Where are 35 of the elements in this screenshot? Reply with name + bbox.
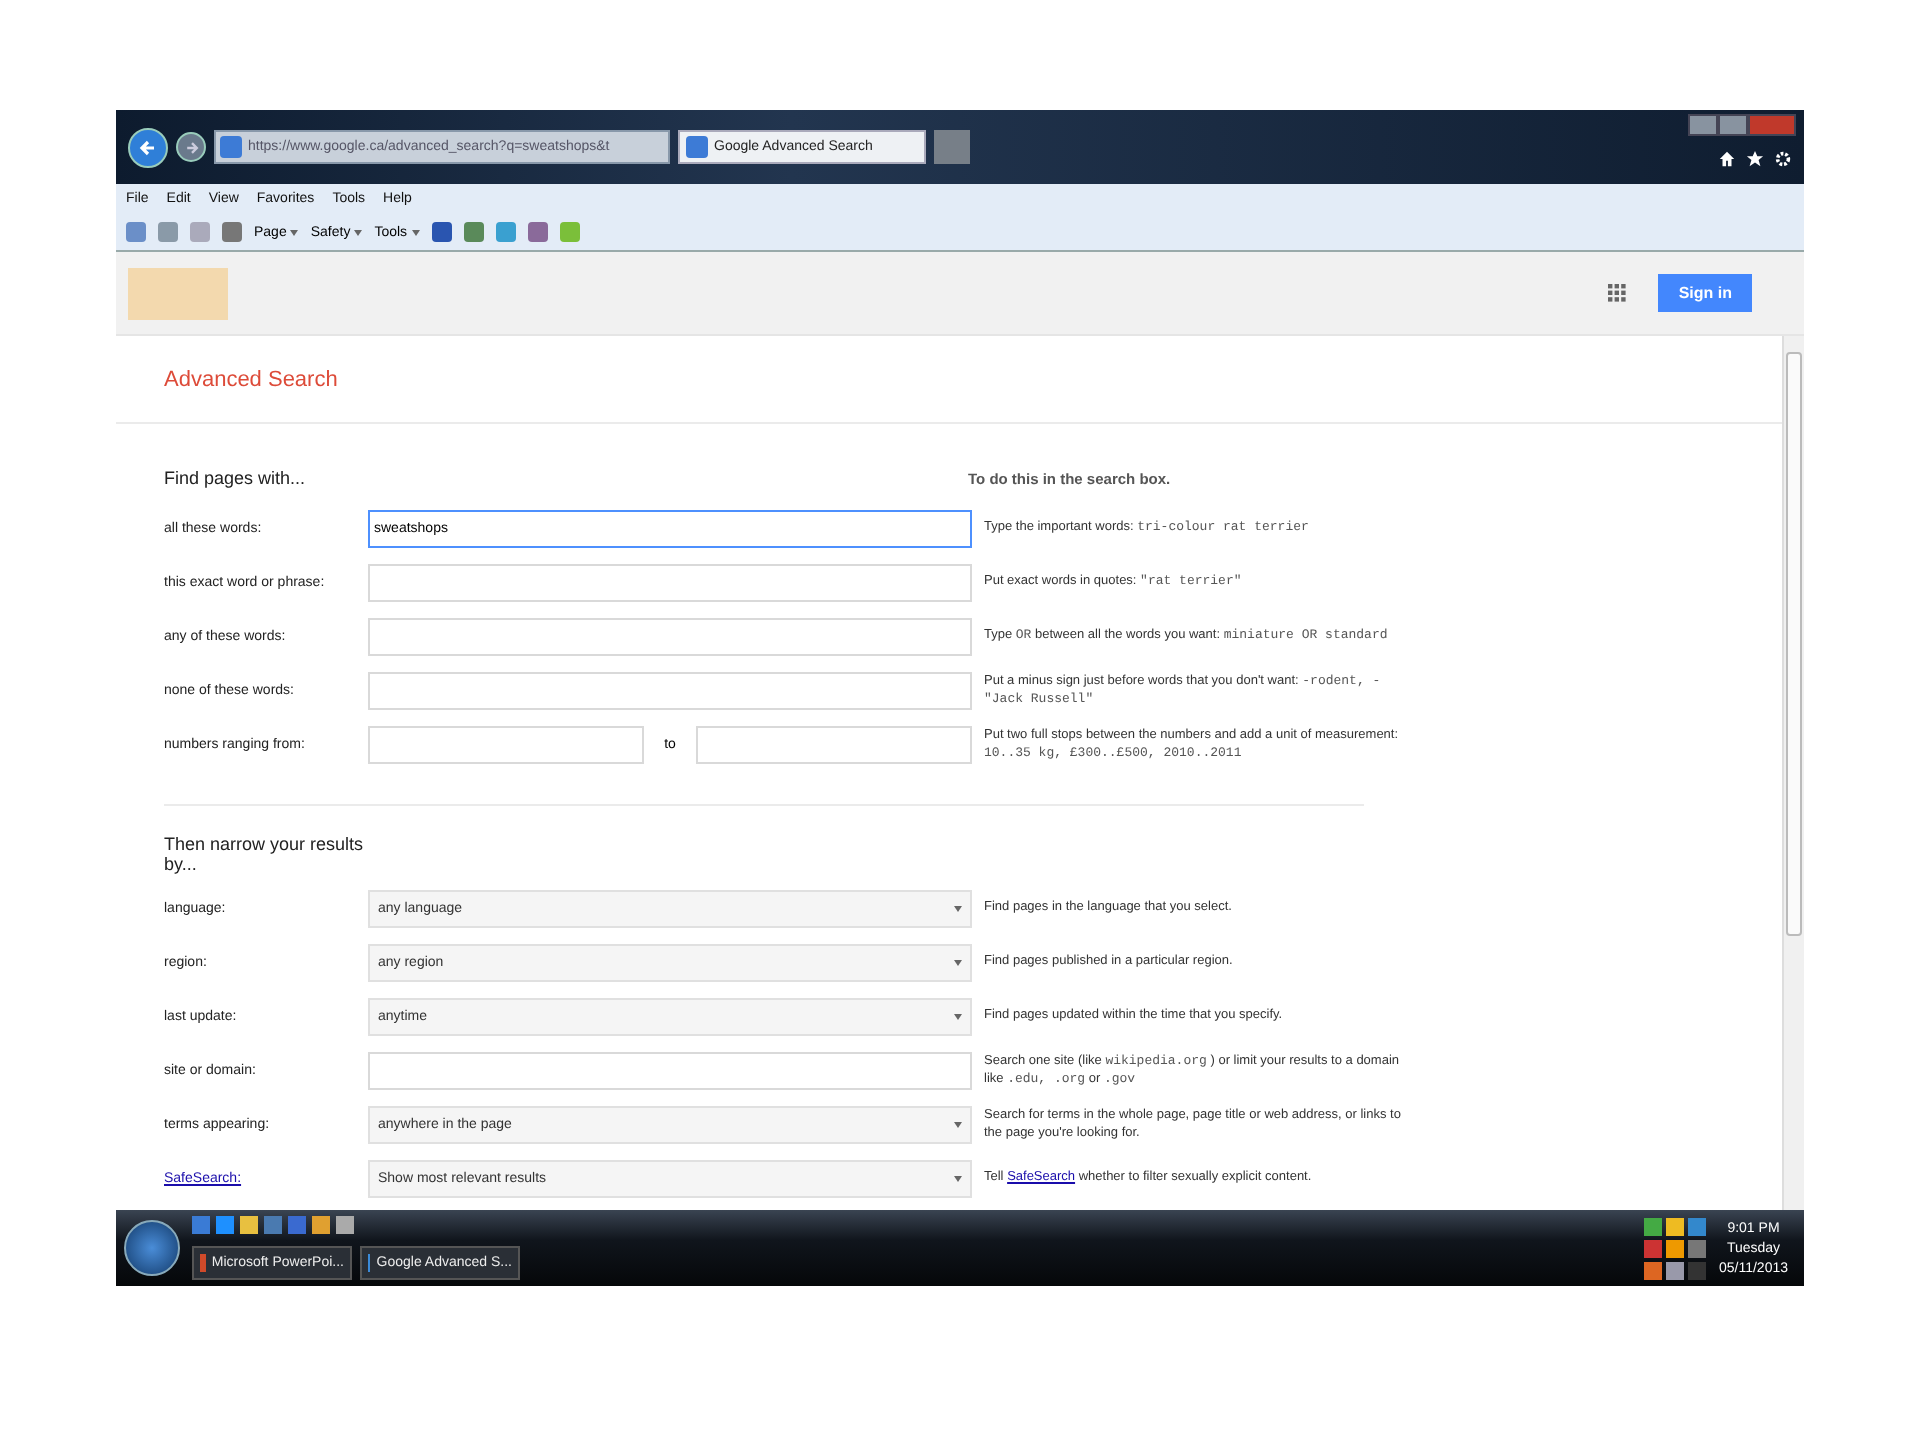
back-button[interactable] <box>128 127 168 167</box>
toolbar-icon[interactable] <box>527 222 548 242</box>
toolbar-icon[interactable] <box>495 222 516 242</box>
text-field[interactable] <box>696 726 972 764</box>
text-field[interactable] <box>368 564 972 602</box>
scrollbar[interactable] <box>1782 336 1804 1210</box>
caret-icon <box>954 1122 962 1128</box>
page-title: Advanced Search <box>164 368 340 392</box>
favicon-icon <box>686 136 708 158</box>
caret-icon <box>290 229 299 235</box>
start-button[interactable] <box>124 1220 180 1276</box>
text-field[interactable] <box>368 618 972 656</box>
settings-icon[interactable] <box>1774 150 1792 168</box>
caret-icon <box>954 1014 962 1020</box>
caret-icon <box>954 1176 962 1182</box>
star-icon[interactable] <box>1746 150 1764 168</box>
text-field[interactable] <box>368 672 972 710</box>
text-field[interactable] <box>368 1052 972 1090</box>
window-controls[interactable] <box>1688 114 1796 136</box>
back-arrow-icon <box>138 137 158 157</box>
section-heading: Then narrow your results by... <box>164 834 364 874</box>
favicon-icon <box>220 136 242 158</box>
toolbar-icon[interactable] <box>559 222 580 242</box>
text-field[interactable] <box>368 726 644 764</box>
caret-icon <box>954 960 962 966</box>
caret-icon <box>354 229 363 235</box>
forward-arrow-icon <box>183 139 199 155</box>
app-icon <box>200 1254 206 1272</box>
forward-button[interactable] <box>176 132 206 162</box>
apps-grid-icon[interactable] <box>1608 284 1627 302</box>
logo-image <box>128 267 228 319</box>
caret-icon <box>411 229 420 235</box>
toolbar-icon[interactable] <box>463 222 484 242</box>
caret-icon <box>954 906 962 912</box>
section-heading: Find pages with... <box>164 468 308 488</box>
